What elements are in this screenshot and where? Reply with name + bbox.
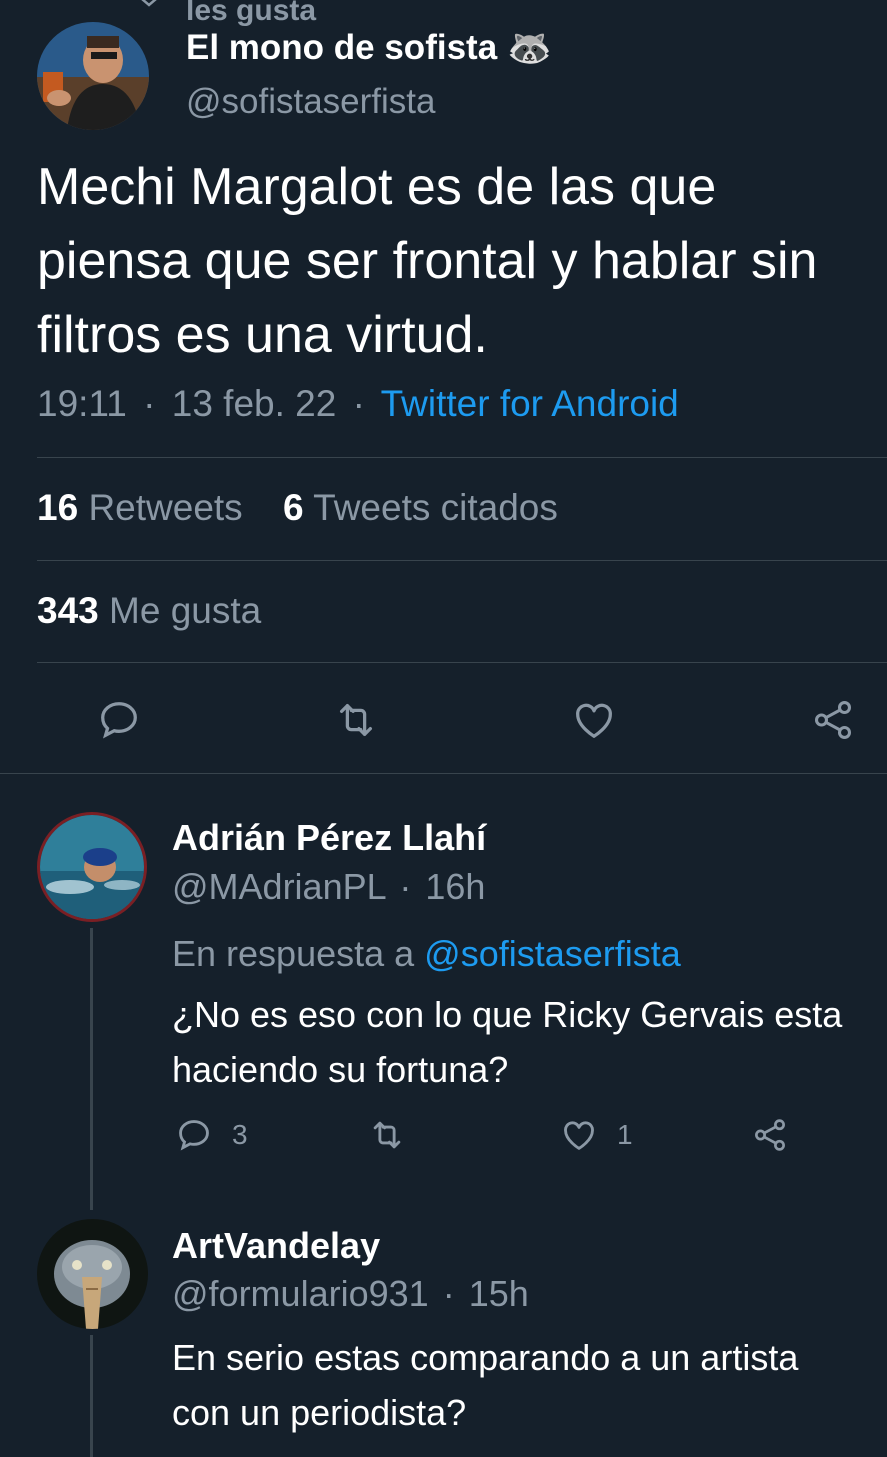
likes-stat[interactable]: 343 Me gusta [37,590,261,632]
social-context: les gusta [186,0,317,27]
reply-text: En serio estas comparando a un artista c… [172,1330,798,1440]
reply-avatar[interactable] [37,812,147,922]
reply-author-name[interactable]: ArtVandelay [172,1225,380,1267]
reply-icon[interactable] [96,697,142,743]
like-count: 1 [617,1119,633,1150]
tweet-meta: 19:11 · 13 feb. 22 · Twitter for Android [37,383,679,424]
share-icon[interactable] [751,1116,789,1154]
reply-author-name[interactable]: Adrián Pérez Llahí [172,817,486,859]
raccoon-emoji-icon: 🦝 [507,27,552,68]
reply-author-handle[interactable]: @MAdrianPL [172,866,385,907]
reply-context: En respuesta a @sofistaserfista [172,933,681,974]
author-name[interactable]: El mono de sofista [186,28,497,68]
social-context-icon [140,0,158,7]
reply-text-line: con un periodista? [172,1392,467,1433]
author-avatar[interactable] [37,22,149,130]
reply-text-line: ¿No es eso con lo que Ricky Gervais esta [172,994,843,1035]
retweets-stat[interactable]: 16 Retweets [37,487,253,528]
reply-text: ¿No es eso con lo que Ricky Gervais esta… [172,987,842,1097]
thread-line [90,928,93,1210]
quotes-stat[interactable]: 6 Tweets citados [283,487,558,528]
engagement-row: 16 Retweets 6 Tweets citados [37,487,558,529]
tweet-text-line: filtros es una virtud. [37,306,488,364]
reply-time[interactable]: 15h [469,1273,529,1314]
share-icon[interactable] [810,697,856,743]
reply-meta: @formulario931 · 15h [172,1273,529,1314]
reply-meta: @MAdrianPL · 16h [172,866,486,907]
reply-author-handle[interactable]: @formulario931 [172,1273,429,1314]
author-handle[interactable]: @sofistaserfista [186,82,436,122]
reply-icon [175,1116,213,1154]
retweet-icon[interactable] [366,1116,408,1154]
reply-text-line: En serio estas comparando a un artista [172,1337,799,1378]
tweet-text-line: Mechi Margalot es de las que [37,158,717,216]
reply-action-like[interactable]: 1 [560,1116,633,1154]
retweet-icon[interactable] [332,697,380,743]
tweet-time[interactable]: 19:11 [37,383,127,424]
heart-icon[interactable] [571,697,617,743]
tweet-text-line: piensa que ser frontal y hablar sin [37,232,818,290]
tweet-source-link[interactable]: Twitter for Android [381,383,679,424]
reply-time[interactable]: 16h [425,866,485,907]
heart-icon [560,1116,598,1154]
reply-count: 3 [232,1119,248,1150]
reply-action-reply[interactable]: 3 [175,1116,248,1154]
reply-to-link[interactable]: @sofistaserfista [424,933,681,974]
tweet-text: Mechi Margalot es de las que piensa que … [37,150,817,372]
tweet-date[interactable]: 13 feb. 22 [172,383,337,424]
thread-line [90,1335,93,1457]
reply-text-line: haciendo su fortuna? [172,1049,509,1090]
reply-avatar[interactable] [37,1219,148,1329]
